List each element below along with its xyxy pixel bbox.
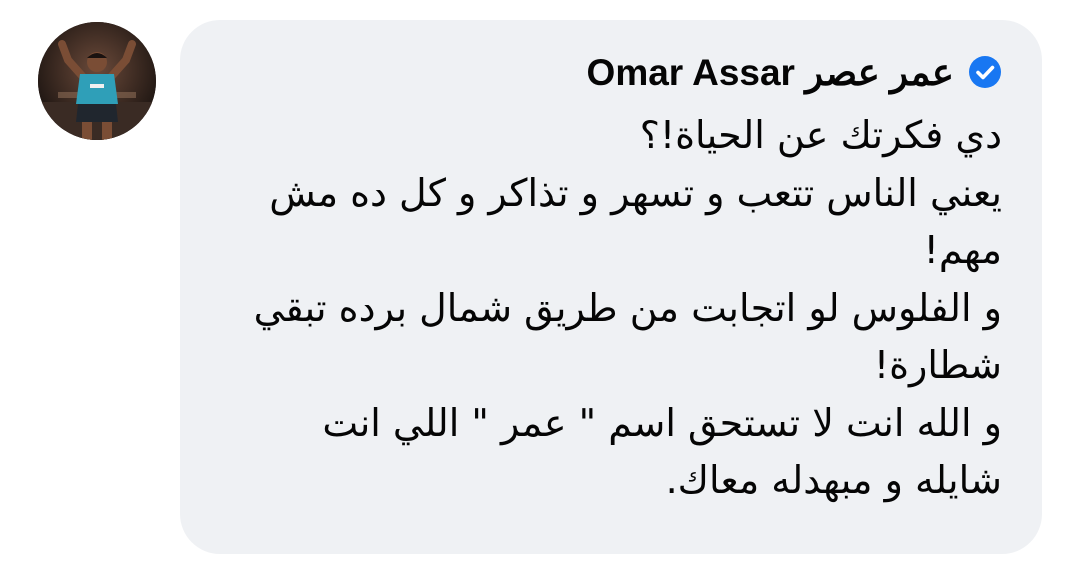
- comment-line: شايله و مبهدله معاك.: [665, 458, 1002, 502]
- avatar[interactable]: [38, 22, 156, 140]
- comment-line: دي فكرتك عن الحياة!؟: [639, 113, 1002, 157]
- comment-container: Omar Assar عمر عصر دي فكرتك عن الحياة!؟ …: [0, 0, 1080, 569]
- author-name[interactable]: Omar Assar عمر عصر: [587, 54, 954, 91]
- comment-header: Omar Assar عمر عصر: [587, 44, 1002, 100]
- comment-line: شطارة!: [873, 343, 1002, 387]
- comment-text: دي فكرتك عن الحياة!؟ يعني الناس تتعب و ت…: [192, 107, 1002, 510]
- comment-line: مهم!: [923, 228, 1002, 272]
- comment-line: يعني الناس تتعب و تسهر و تذاكر و كل ده م…: [269, 170, 1002, 215]
- comment-line: و الله انت لا تستحق اسم " عمر " اللي انت: [322, 400, 1002, 445]
- comment-line: و الفلوس لو اتجابت من طريق شمال برده تبق…: [253, 285, 1002, 330]
- verified-badge-icon: [968, 55, 1002, 89]
- avatar-image: [38, 22, 156, 140]
- comment-bubble: Omar Assar عمر عصر دي فكرتك عن الحياة!؟ …: [180, 20, 1042, 554]
